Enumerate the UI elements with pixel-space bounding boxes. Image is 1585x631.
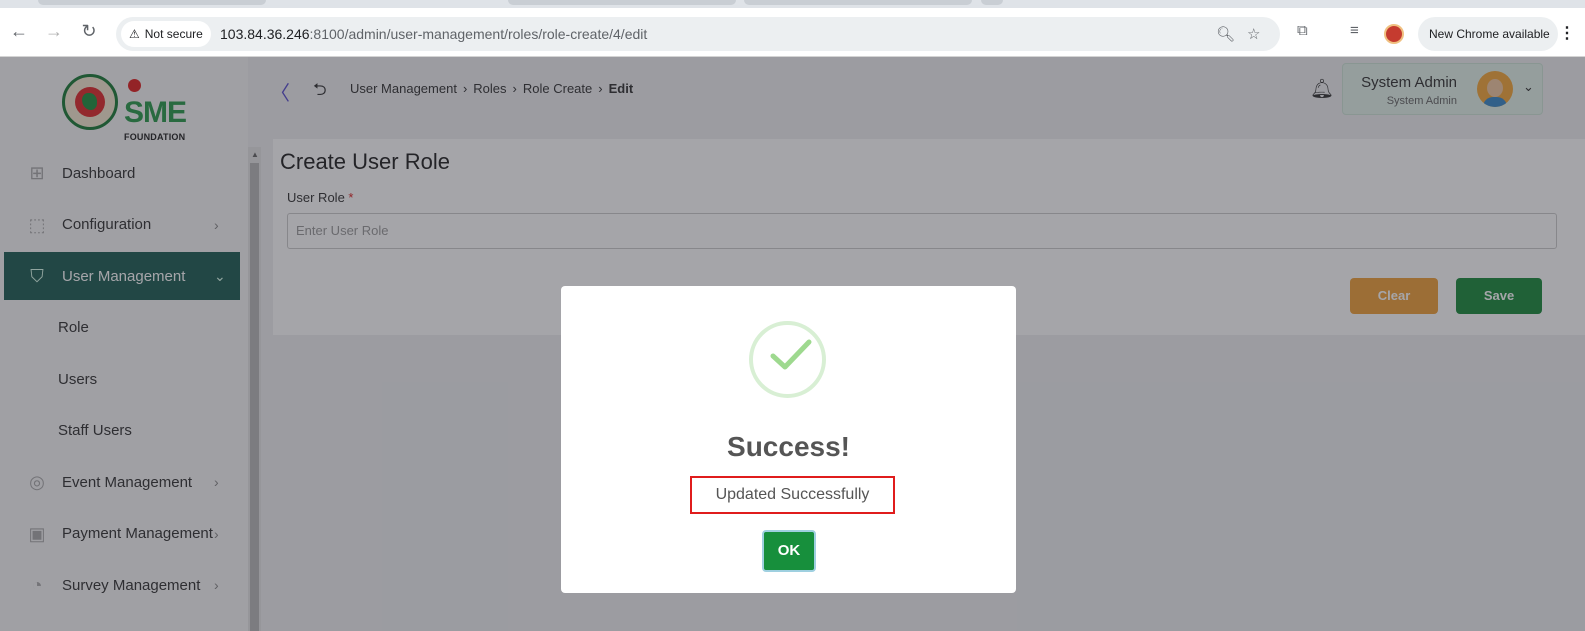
chrome-update-button[interactable]: New Chrome available [1418,17,1558,51]
address-bar[interactable]: ⚠ Not secure 103.84.36.246:8100/admin/us… [116,17,1280,51]
browser-tab[interactable] [744,0,972,5]
browser-tab[interactable] [508,0,736,5]
dialog-message: Updated Successfully [690,476,895,514]
url-text[interactable]: 103.84.36.246:8100/admin/user-management… [220,26,647,42]
dialog-title: Success! [727,431,850,462]
security-chip[interactable]: ⚠ Not secure [121,21,211,47]
back-arrow-icon[interactable]: ← [8,20,30,42]
browser-tab[interactable] [38,0,266,5]
star-icon[interactable]: ☆ [1247,25,1260,43]
forward-arrow-icon[interactable]: → [43,20,65,42]
profile-avatar-icon[interactable] [1384,24,1404,44]
success-check-icon [749,321,826,398]
checkmark-icon [770,339,812,370]
media-icon[interactable]: ≡ [1350,22,1359,39]
success-dialog: Success! Updated Successfully OK [561,286,1016,593]
reload-icon[interactable]: ↻ [78,20,100,42]
browser-tab[interactable] [981,0,1003,5]
tab-strip [0,0,1585,8]
menu-kebab-icon[interactable]: ⋮ [1559,23,1575,43]
security-label: Not secure [144,27,203,41]
ok-button[interactable]: OK [762,530,816,572]
warning-icon: ⚠ [129,27,140,41]
browser-toolbar: ← → ↻ ⚠ Not secure 103.84.36.246:8100/ad… [0,8,1585,57]
zoom-icon[interactable]: 🔍︎ [1216,25,1235,43]
extensions-icon[interactable]: ⧉ [1297,22,1308,39]
